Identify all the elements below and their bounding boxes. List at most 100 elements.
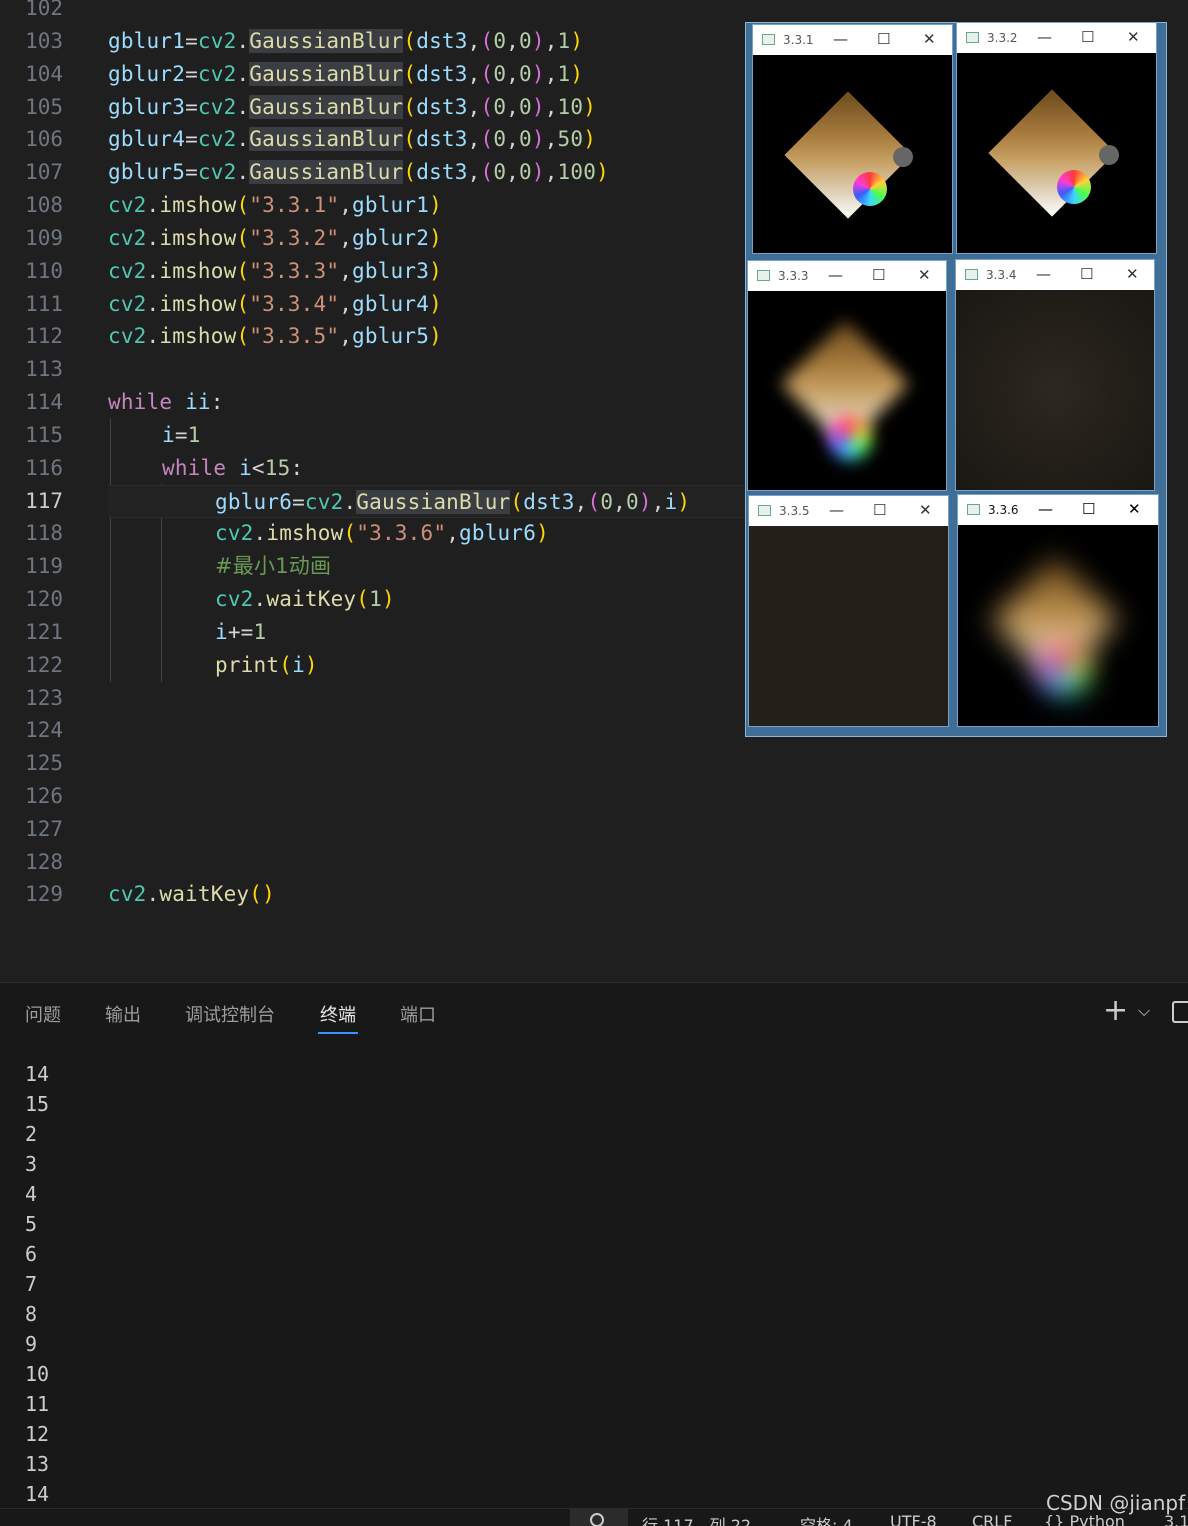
image-canvas (749, 526, 948, 726)
window-titlebar[interactable]: 3.3.6 — ☐ ✕ (958, 495, 1158, 525)
code-line: 117 (0, 485, 100, 518)
code-text: cv2.imshow("3.3.3",gblur3) (108, 259, 442, 283)
window-3-3-6[interactable]: 3.3.6 — ☐ ✕ (957, 494, 1159, 727)
line-number: 125 (25, 751, 63, 775)
zoom-in-icon (590, 1513, 604, 1526)
line-number: 126 (25, 784, 63, 808)
code-text: cv2.imshow("3.3.2",gblur2) (108, 226, 442, 250)
line-number: 108 (25, 193, 63, 217)
status-indentation[interactable]: 空格: 4 (800, 1512, 853, 1526)
image-canvas (748, 291, 946, 490)
app-icon (757, 270, 770, 281)
line-number: 122 (25, 653, 63, 677)
line-number-active: 117 (25, 489, 63, 513)
window-title: 3.3.2 (987, 31, 1018, 45)
status-encoding[interactable]: UTF-8 (890, 1512, 937, 1526)
code-text: gblur1=cv2.GaussianBlur(dst3,(0,0),1) (108, 29, 584, 53)
terminal-line: 10 (25, 1362, 50, 1386)
terminal-line: 7 (25, 1272, 38, 1296)
close-icon[interactable]: ✕ (919, 501, 932, 519)
line-number: 110 (25, 259, 63, 283)
gray-dot (893, 147, 913, 167)
window-3-3-1[interactable]: 3.3.1 — ☐ ✕ (752, 24, 953, 254)
maximize-icon[interactable]: ☐ (872, 266, 885, 284)
window-titlebar[interactable]: 3.3.2 — ☐ ✕ (957, 23, 1156, 53)
window-titlebar[interactable]: 3.3.5 — ☐ ✕ (749, 496, 948, 526)
window-title: 3.3.4 (986, 268, 1017, 282)
window-titlebar[interactable]: 3.3.1 — ☐ ✕ (753, 25, 952, 55)
code-text: cv2.imshow("3.3.5",gblur5) (108, 324, 442, 348)
code-text: cv2.waitKey() (108, 882, 275, 906)
app-icon (762, 34, 775, 45)
color-wheel (828, 416, 872, 460)
terminal-line: 14 (25, 1062, 50, 1086)
code-text: cv2.imshow("3.3.4",gblur4) (108, 292, 442, 316)
minimize-icon[interactable]: — (1037, 28, 1052, 46)
code-line-active[interactable]: gblur6=cv2.GaussianBlur(dst3,(0,0),i) (108, 485, 748, 518)
window-titlebar[interactable]: 3.3.4 — ☐ ✕ (956, 260, 1154, 290)
code-text: print(i) (215, 653, 318, 677)
app-icon (967, 504, 980, 515)
status-line-ending[interactable]: CRLF (972, 1512, 1012, 1526)
close-icon[interactable]: ✕ (1126, 265, 1139, 283)
window-title: 3.3.6 (988, 503, 1019, 517)
bottom-panel: 问题 输出 调试控制台 终端 端口 + ⌵ 14 15 2 3 4 5 6 7 … (0, 982, 1188, 1509)
code-text: gblur2=cv2.GaussianBlur(dst3,(0,0),1) (108, 62, 584, 86)
code-text: gblur6=cv2.GaussianBlur(dst3,(0,0),i) (215, 490, 691, 514)
line-number: 121 (25, 620, 63, 644)
terminal-line: 11 (25, 1392, 50, 1416)
close-icon[interactable]: ✕ (923, 30, 936, 48)
color-wheel (1057, 170, 1091, 204)
code-text: while i<15: (162, 456, 304, 480)
line-number: 114 (25, 390, 63, 414)
code-line[interactable]: 128 (0, 846, 1188, 879)
window-3-3-3[interactable]: 3.3.3 — ☐ ✕ (747, 260, 947, 491)
close-icon[interactable]: ✕ (918, 266, 931, 284)
code-comment: #最小1动画 (215, 554, 332, 578)
line-number: 123 (25, 686, 63, 710)
terminal-line: 14 (25, 1482, 50, 1506)
line-number: 119 (25, 554, 63, 578)
remote-icon[interactable] (570, 1509, 628, 1526)
minimize-icon[interactable]: — (829, 501, 844, 519)
window-title: 3.3.3 (778, 269, 809, 283)
code-line[interactable]: 127 (0, 813, 1188, 846)
window-3-3-5[interactable]: 3.3.5 — ☐ ✕ (748, 495, 949, 727)
maximize-icon[interactable]: ☐ (1081, 28, 1094, 46)
terminal-output[interactable]: 14 15 2 3 4 5 6 7 8 9 10 11 12 13 14 (0, 983, 1188, 1509)
line-number: 103 (25, 29, 63, 53)
line-number: 120 (25, 587, 63, 611)
window-titlebar[interactable]: 3.3.3 — ☐ ✕ (748, 261, 946, 291)
code-text: while ii: (108, 390, 224, 414)
maximize-icon[interactable]: ☐ (873, 501, 886, 519)
code-line[interactable]: 126 (0, 780, 1188, 813)
close-icon[interactable]: ✕ (1127, 28, 1140, 46)
code-line[interactable]: 125 (0, 747, 1188, 780)
terminal-line: 4 (25, 1182, 38, 1206)
line-number: 129 (25, 882, 63, 906)
maximize-icon[interactable]: ☐ (877, 30, 890, 48)
code-text: gblur5=cv2.GaussianBlur(dst3,(0,0),100) (108, 160, 609, 184)
minimize-icon[interactable]: — (1036, 265, 1051, 283)
code-text: cv2.imshow("3.3.1",gblur1) (108, 193, 442, 217)
line-number: 128 (25, 850, 63, 874)
maximize-icon[interactable]: ☐ (1080, 265, 1093, 283)
app-icon (966, 32, 979, 43)
status-cursor-position[interactable]: 行 117，列 22 (642, 1512, 751, 1526)
terminal-line: 5 (25, 1212, 38, 1236)
close-icon[interactable]: ✕ (1128, 500, 1141, 518)
watermark: CSDN @jianpf (1046, 1491, 1186, 1515)
code-text: cv2.imshow("3.3.6",gblur6) (215, 521, 549, 545)
line-number: 106 (25, 127, 63, 151)
code-line[interactable]: 129 cv2.waitKey() (0, 878, 1188, 911)
line-number: 113 (25, 357, 63, 381)
minimize-icon[interactable]: — (1038, 500, 1053, 518)
window-3-3-4[interactable]: 3.3.4 — ☐ ✕ (955, 259, 1155, 491)
maximize-icon[interactable]: ☐ (1082, 500, 1095, 518)
terminal-line: 2 (25, 1122, 38, 1146)
window-3-3-2[interactable]: 3.3.2 — ☐ ✕ (956, 22, 1157, 254)
code-text: i+=1 (215, 620, 267, 644)
color-wheel (853, 172, 887, 206)
minimize-icon[interactable]: — (833, 30, 848, 48)
minimize-icon[interactable]: — (828, 266, 843, 284)
